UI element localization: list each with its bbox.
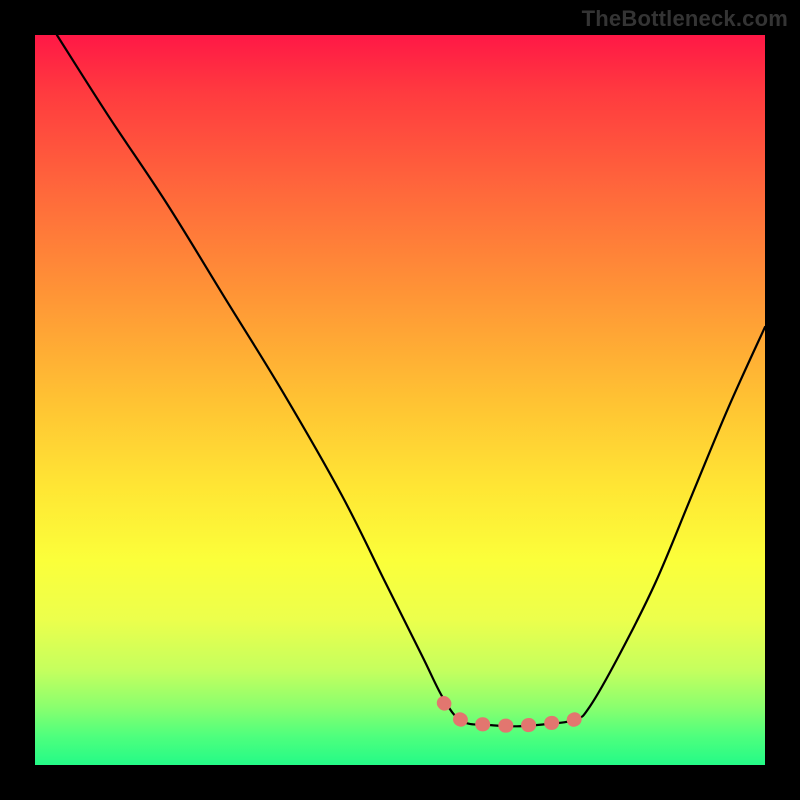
marker-curve [444, 703, 590, 726]
plot-area [35, 35, 765, 765]
chart-svg [35, 35, 765, 765]
main-curve [57, 35, 765, 726]
watermark-text: TheBottleneck.com [582, 6, 788, 32]
chart-frame: TheBottleneck.com [0, 0, 800, 800]
